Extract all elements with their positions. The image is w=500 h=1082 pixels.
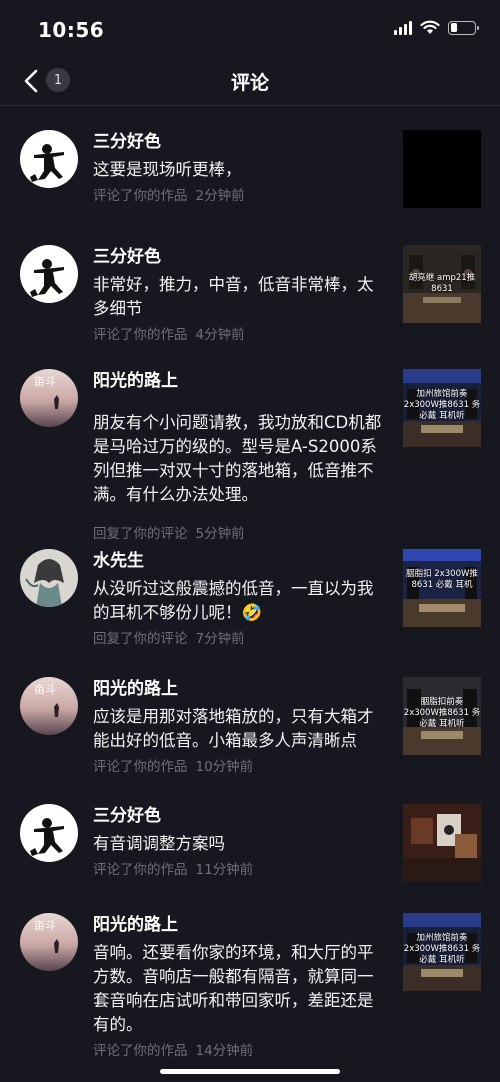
- comment-item[interactable]: 亩斗 阳光的路上 朋友有个小问题请教，我功放和CD机都是马哈过万的级的。型号是A…: [0, 353, 500, 542]
- comment-action: 评论了你的作品: [93, 1043, 188, 1059]
- screen: 10:56 1 评论 三分好色 这要是现场听更棒， 评论了你的作品 2分钟前 三…: [0, 0, 500, 1082]
- comment-time: 14分钟前: [195, 1043, 254, 1059]
- comment-item[interactable]: 三分好色 这要是现场听更棒， 评论了你的作品 2分钟前: [0, 107, 500, 227]
- avatar[interactable]: [20, 549, 78, 607]
- comment-text: 应该是用那对落地箱放的，只有大箱才能出好的低音。小箱最多人声清晰点: [93, 707, 374, 750]
- cellular-signal-icon: [394, 20, 412, 35]
- comment-username[interactable]: 三分好色: [93, 130, 385, 154]
- comment-username[interactable]: 阳光的路上: [93, 369, 385, 393]
- thumbnail-caption: 胭脂扣 2x300W推8631 必戴 耳机: [406, 569, 478, 590]
- comment-time: 10分钟前: [195, 759, 254, 775]
- comment-item[interactable]: 三分好色 有音调调整方案吗 评论了你的作品 11分钟前: [0, 789, 500, 896]
- comment-meta: 评论了你的作品 2分钟前: [93, 187, 385, 205]
- wifi-icon: [420, 20, 440, 34]
- comment-username[interactable]: 三分好色: [93, 804, 385, 828]
- comment-meta: 评论了你的作品 14分钟前: [93, 1042, 385, 1060]
- comment-list: 三分好色 这要是现场听更棒， 评论了你的作品 2分钟前 三分好色 非常好，推力，中…: [0, 107, 500, 1059]
- comment-username[interactable]: 阳光的路上: [93, 677, 385, 701]
- thumbnail-caption: 胭脂扣前奏 2x300W推8631 务必戴 耳机听: [403, 697, 481, 729]
- svg-text:亩斗: 亩斗: [34, 682, 56, 696]
- battery-icon: [448, 20, 479, 35]
- avatar[interactable]: 亩斗: [20, 913, 78, 971]
- comment-item[interactable]: 亩斗 阳光的路上 音响。还要看你家的环境，和大厅的平方数。音响店一般都有隔音，就…: [0, 896, 500, 1059]
- thumbnail-caption: 加州旅馆前奏 2x300W推8631 务必戴 耳机听: [403, 389, 481, 421]
- comment-time: 4分钟前: [195, 327, 245, 343]
- comment-username[interactable]: 三分好色: [93, 245, 385, 269]
- comment-meta: 评论了你的作品 11分钟前: [93, 861, 385, 879]
- video-thumbnail[interactable]: [403, 804, 481, 882]
- comment-item[interactable]: 三分好色 非常好，推力，中音，低音非常棒，太多细节 评论了你的作品 4分钟前 胡亮…: [0, 227, 500, 353]
- svg-text:亩斗: 亩斗: [34, 918, 56, 932]
- status-time: 10:56: [38, 18, 105, 42]
- comment-text: 非常好，推力，中音，低音非常棒，太多细节: [93, 275, 374, 318]
- comment-item[interactable]: 亩斗 阳光的路上 应该是用那对落地箱放的，只有大箱才能出好的低音。小箱最多人声清…: [0, 661, 500, 789]
- comment-meta: 评论了你的作品 4分钟前: [93, 326, 385, 344]
- comment-time: 11分钟前: [195, 862, 254, 878]
- status-bar: 10:56: [0, 0, 500, 60]
- comment-text: 朋友有个小问题请教，我功放和CD机都是马哈过万的级的。型号是A-S2000系列但…: [93, 413, 382, 504]
- video-thumbnail[interactable]: [403, 130, 481, 208]
- comment-text: 这要是现场听更棒，: [93, 160, 242, 179]
- avatar[interactable]: 亩斗: [20, 677, 78, 735]
- video-thumbnail[interactable]: 加州旅馆前奏 2x300W推8631 务必戴 耳机听: [403, 913, 481, 991]
- comment-username[interactable]: 水先生: [93, 549, 385, 573]
- thumbnail-caption: 胡亮继 amp21推8631: [408, 273, 476, 294]
- comment-action: 评论了你的作品: [93, 759, 188, 775]
- video-thumbnail[interactable]: 胡亮继 amp21推8631: [403, 245, 481, 323]
- comment-time: 2分钟前: [195, 188, 245, 204]
- comment-time: 7分钟前: [195, 631, 245, 647]
- comment-action: 评论了你的作品: [93, 327, 188, 343]
- avatar[interactable]: 亩斗: [20, 369, 78, 427]
- avatar[interactable]: [20, 804, 78, 862]
- home-indicator[interactable]: [160, 1069, 340, 1074]
- comment-action: 评论了你的作品: [93, 862, 188, 878]
- comment-username[interactable]: 阳光的路上: [93, 913, 385, 937]
- comment-meta: 回复了你的评论 7分钟前: [93, 630, 385, 648]
- comment-text: 有音调调整方案吗: [93, 834, 225, 853]
- comment-action: 评论了你的作品: [93, 188, 188, 204]
- avatar[interactable]: [20, 130, 78, 188]
- comment-meta: 评论了你的作品 10分钟前: [93, 758, 385, 776]
- comment-text: 音响。还要看你家的环境，和大厅的平方数。音响店一般都有隔音，就算同一套音响在店试…: [93, 943, 374, 1034]
- page-title: 评论: [230, 72, 269, 94]
- svg-text:亩斗: 亩斗: [34, 374, 56, 388]
- nav-bar: 1 评论: [0, 58, 500, 106]
- comment-action: 回复了你的评论: [93, 631, 188, 647]
- thumbnail-caption: 加州旅馆前奏 2x300W推8631 务必戴 耳机听: [403, 933, 481, 965]
- avatar[interactable]: [20, 245, 78, 303]
- video-thumbnail[interactable]: 胭脂扣前奏 2x300W推8631 务必戴 耳机听: [403, 677, 481, 755]
- video-thumbnail[interactable]: 胭脂扣 2x300W推8631 必戴 耳机: [403, 549, 481, 627]
- status-icons: [394, 20, 479, 35]
- comment-item[interactable]: 水先生 从没听过这般震撼的低音，一直以为我的耳机不够份儿呢！🤣 回复了你的评论 7…: [0, 536, 500, 661]
- video-thumbnail[interactable]: 加州旅馆前奏 2x300W推8631 务必戴 耳机听: [403, 369, 481, 447]
- comment-text: 从没听过这般震撼的低音，一直以为我的耳机不够份儿呢！🤣: [93, 579, 374, 622]
